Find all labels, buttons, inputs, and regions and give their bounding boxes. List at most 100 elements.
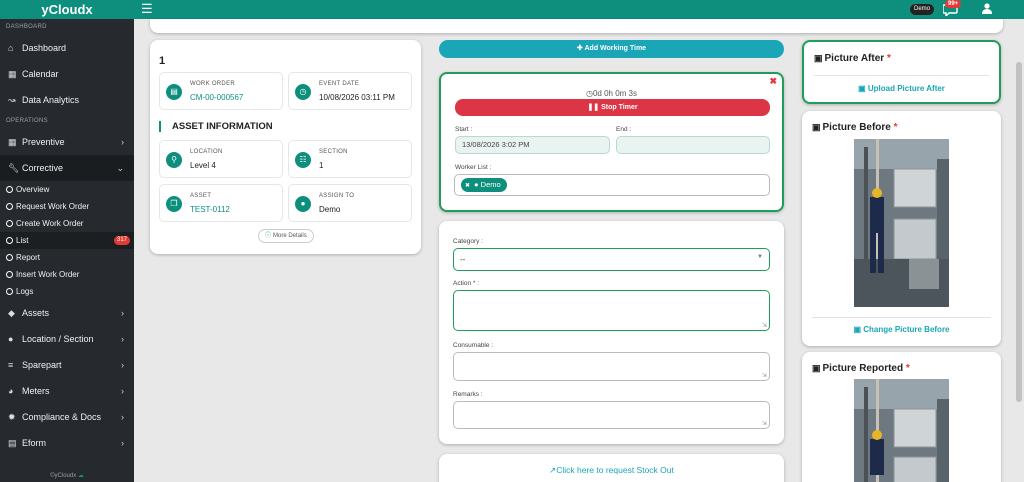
sidebar-item-assets[interactable]: ◆ Assets › <box>0 300 134 326</box>
picture-reported-photo[interactable] <box>854 379 949 482</box>
sidebar-item-data-analytics[interactable]: ↝ Data Analytics <box>0 87 134 113</box>
asset-tile: ❒ ASSET TEST-0112 <box>159 184 283 222</box>
consumable-textarea[interactable]: ⇲ <box>453 352 770 381</box>
sidebar-subitem-report[interactable]: Report <box>0 249 134 266</box>
sidebar-item-dashboard[interactable]: ⌂ Dashboard <box>0 35 134 61</box>
resize-handle-icon[interactable]: ⇲ <box>762 420 767 427</box>
sidebar-item-location-section[interactable]: ● Location / Section › <box>0 326 134 352</box>
dolly-icon: ≡ <box>8 360 14 370</box>
action-label: Action * : <box>453 280 480 287</box>
picture-reported-title: ▣ Picture Reported * <box>812 363 910 374</box>
asset-information-heading: ASSET INFORMATION <box>159 121 273 132</box>
divider <box>814 75 989 76</box>
picture-before-title: ▣ Picture Before * <box>812 122 898 133</box>
list-count-badge: 317 <box>113 236 130 245</box>
elapsed-time: ◷0d 0h 0m 3s <box>585 89 637 98</box>
working-time-card: ✖ ◷0d 0h 0m 3s ❚❚ Stop Timer Start : 13/… <box>439 72 784 212</box>
picture-after-card: ▣ Picture After * ▣ Upload Picture After <box>802 40 1001 104</box>
sidebar-subitem-overview[interactable]: Overview <box>0 181 134 198</box>
stock-out-card: ↗Click here to request Stock Out <box>439 454 784 482</box>
circle-icon <box>6 254 13 261</box>
clock-icon: ◷ <box>585 89 593 98</box>
stop-timer-button[interactable]: ❚❚ Stop Timer <box>455 99 770 116</box>
work-order-number: 1 <box>159 55 166 67</box>
remove-icon[interactable]: ✖ <box>465 183 470 189</box>
cube-icon: ❒ <box>166 196 182 212</box>
wrench-icon: 🔧︎ <box>8 163 20 173</box>
camera-icon: ▣ <box>812 363 821 373</box>
sidebar-item-sparepart[interactable]: ≡ Sparepart › <box>0 352 134 378</box>
stock-out-link[interactable]: ↗Click here to request Stock Out <box>439 465 784 476</box>
end-time-field[interactable] <box>616 136 770 154</box>
sidebar-subitem-insert-work-order[interactable]: Insert Work Order <box>0 266 134 283</box>
brand-logo[interactable]: yCloudx <box>0 0 134 19</box>
globe-icon: ● <box>8 334 14 344</box>
add-working-time-button[interactable]: ✚ Add Working Time <box>439 40 784 58</box>
sidebar-subitem-list[interactable]: List 317 <box>0 232 134 249</box>
resize-handle-icon[interactable]: ⇲ <box>762 322 767 329</box>
user-menu-icon[interactable] <box>982 3 992 17</box>
picture-before-card: ▣ Picture Before * ▣ Change Picture Befor… <box>802 111 1001 346</box>
chevron-right-icon: › <box>121 412 124 422</box>
close-icon[interactable]: ✖ <box>769 76 777 87</box>
start-time-field[interactable]: 13/08/2026 3:02 PM <box>455 136 610 154</box>
circle-icon <box>6 186 13 193</box>
category-select[interactable]: -- ▼ <box>453 248 770 271</box>
certificate-icon: ✹ <box>8 412 16 422</box>
chevron-right-icon: › <box>121 334 124 344</box>
camera-icon: ▣ <box>814 53 823 63</box>
form-icon: ▤ <box>8 438 17 448</box>
sidebar-item-meters[interactable]: ◕ Meters › <box>0 378 134 404</box>
work-order-info-card: 1 ▤ WORK ORDER CM-00-000567 ◷ EVENT DATE… <box>150 40 421 254</box>
consumable-label: Consumable : <box>453 342 494 349</box>
section-tile: ☷ SECTION 1 <box>288 140 412 178</box>
home-icon: ⌂ <box>8 43 14 53</box>
work-order-link[interactable]: CM-00-000567 <box>190 93 243 102</box>
sidebar-subitem-request-work-order[interactable]: Request Work Order <box>0 198 134 215</box>
worker-chip[interactable]: ✖ ● Demo <box>461 178 507 192</box>
user-icon: ● <box>474 180 479 189</box>
camera-icon: ▣ <box>858 84 866 93</box>
circle-icon <box>6 237 13 244</box>
camera-icon: ▣ <box>812 122 821 132</box>
picture-reported-card: ▣ Picture Reported * <box>802 352 1001 482</box>
sidebar-item-compliance-docs[interactable]: ✹ Compliance & Docs › <box>0 404 134 430</box>
circle-icon <box>6 220 13 227</box>
resize-handle-icon[interactable]: ⇲ <box>762 372 767 379</box>
tag-icon: ◆ <box>8 308 15 318</box>
sidebar-subitem-logs[interactable]: Logs <box>0 283 134 300</box>
chevron-right-icon: › <box>121 308 124 318</box>
sidebar-subitem-create-work-order[interactable]: Create Work Order <box>0 215 134 232</box>
chevron-right-icon: › <box>121 386 124 396</box>
assign-to-tile: ● ASSIGN TO Demo <box>288 184 412 222</box>
user-name-pill[interactable]: Demo <box>910 4 935 15</box>
clock-icon: ◷ <box>295 84 311 100</box>
circle-icon <box>6 271 13 278</box>
change-picture-before-button[interactable]: ▣ Change Picture Before <box>802 325 1001 334</box>
chart-icon: ↝ <box>8 95 16 105</box>
gauge-icon: ◕ <box>8 386 14 396</box>
worker-list-input[interactable]: ✖ ● Demo <box>454 174 770 196</box>
sidebar-item-calendar[interactable]: ▦ Calendar <box>0 61 134 87</box>
remarks-textarea[interactable]: ⇲ <box>453 401 770 429</box>
top-bar: yCloudx ☰ Demo 99+ <box>0 0 1024 19</box>
sidebar-item-corrective[interactable]: 🔧︎ Corrective ⌄ <box>0 155 134 181</box>
asset-link[interactable]: TEST-0112 <box>190 205 230 214</box>
end-label: End : <box>616 126 632 133</box>
chevron-down-icon: ⌄ <box>116 163 124 173</box>
sidebar-item-eform[interactable]: ▤ Eform › <box>0 430 134 456</box>
picture-before-photo[interactable] <box>854 139 949 307</box>
pause-icon: ❚❚ <box>587 104 600 111</box>
page-scrollbar[interactable] <box>1016 62 1022 402</box>
plus-icon: ✚ <box>576 45 583 52</box>
more-details-button[interactable]: ⓘ More Details <box>258 229 314 243</box>
info-icon: ⓘ <box>265 233 272 239</box>
upload-picture-after-button[interactable]: ▣ Upload Picture After <box>804 84 999 93</box>
category-label: Category : <box>453 238 483 245</box>
sidebar-item-preventive[interactable]: ▦ Preventive › <box>0 129 134 155</box>
action-textarea[interactable]: ⇲ <box>453 290 770 331</box>
event-date-tile: ◷ EVENT DATE 10/08/2026 03:11 PM <box>288 72 412 110</box>
location-tile: ⚲ LOCATION Level 4 <box>159 140 283 178</box>
map-pin-icon: ⚲ <box>166 152 182 168</box>
hamburger-icon[interactable]: ☰ <box>141 2 153 16</box>
